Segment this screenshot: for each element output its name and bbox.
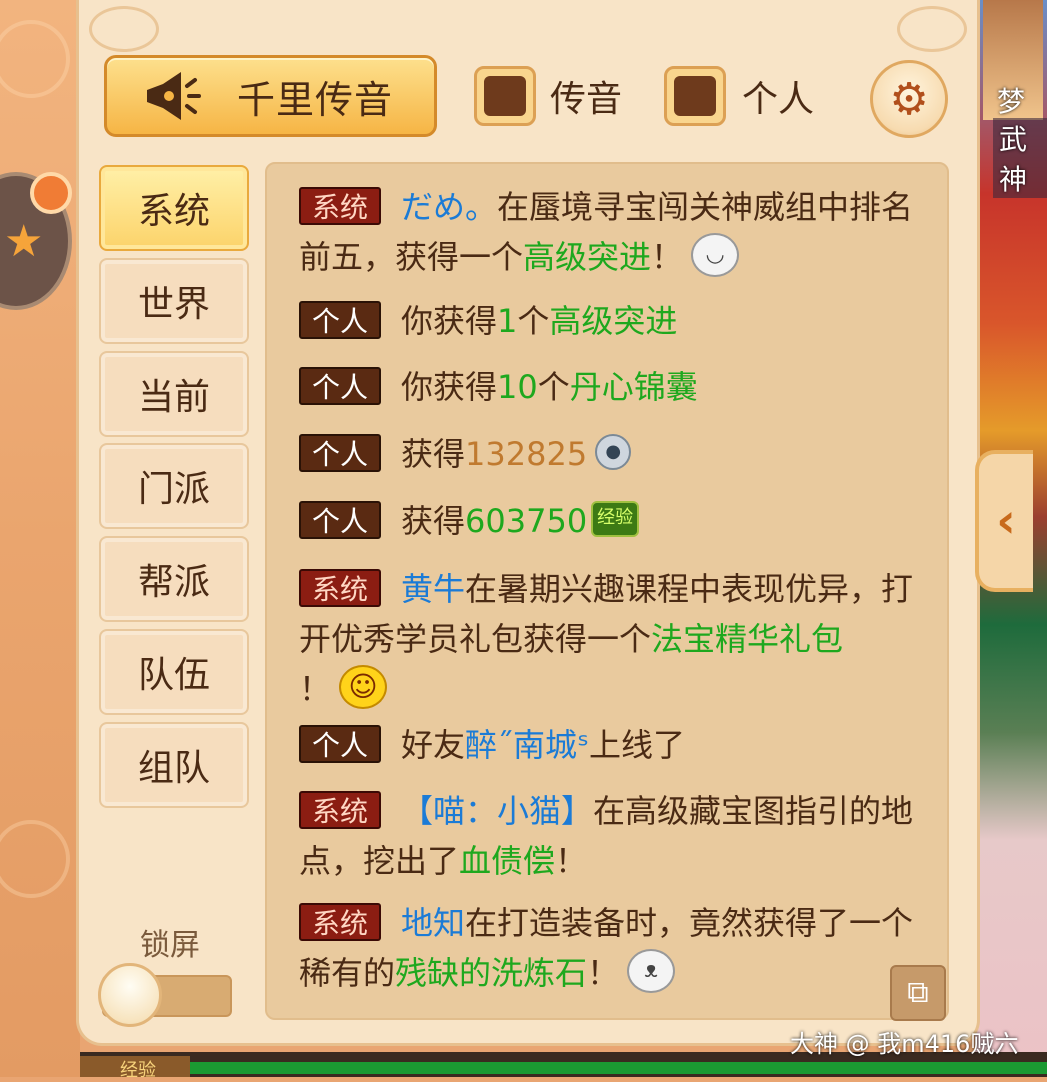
chat-message: 个人 好友醉˝南城ˢ上线了: [299, 720, 919, 770]
message-text: ！: [651, 238, 684, 276]
message-text: 个: [537, 368, 570, 406]
experience-fill: [190, 1062, 1047, 1074]
experience-amount: 603750: [465, 502, 588, 540]
filter-checkbox-personal[interactable]: [664, 66, 726, 126]
filter-label-transmission: 传音: [550, 79, 623, 120]
chat-message: 个人 你获得10个丹心锦囊: [299, 362, 919, 412]
message-text: 你获得: [401, 368, 498, 406]
message-text: 你获得: [401, 302, 498, 340]
checkbox-fill: [674, 76, 716, 116]
chat-message: 个人 获得132825 ●: [299, 429, 919, 479]
checkbox-fill: [484, 76, 526, 116]
toggle-knob[interactable]: [98, 963, 162, 1027]
background-swirl: [0, 20, 70, 98]
personal-tag: 个人: [299, 434, 381, 472]
chat-message: 系统 【喵：小猫】在高级藏宝图指引的地点，挖出了血债偿！: [299, 786, 919, 886]
item-link[interactable]: 高级突进: [549, 302, 677, 340]
item-link[interactable]: 法宝精华礼包: [651, 620, 843, 658]
personal-tag: 个人: [299, 501, 381, 539]
tab-system[interactable]: 系统: [99, 165, 249, 251]
experience-icon: 经验: [591, 501, 640, 537]
collapse-panel-button[interactable]: ‹: [975, 450, 1033, 592]
personal-tag: 个人: [299, 367, 381, 405]
message-text: 个: [517, 302, 550, 340]
lock-screen-toggle[interactable]: [98, 963, 232, 1027]
tab-world[interactable]: 世界: [99, 258, 249, 344]
chat-message: 系统 だめ。在蜃境寻宝闯关神威组中排名前五，获得一个高级突进！ ◡: [299, 182, 919, 282]
decor-corner: [89, 6, 159, 52]
personal-tag: 个人: [299, 725, 381, 763]
chat-message-list[interactable]: 系统 だめ。在蜃境寻宝闯关神威组中排名前五，获得一个高级突进！ ◡ 个人 你获得1个高…: [265, 162, 949, 1020]
lock-screen-label: 锁屏: [140, 928, 200, 963]
chat-message: 系统 黄牛在暑期兴趣课程中表现优异，打开优秀学员礼包获得一个法宝精华礼包！ ☺: [299, 564, 919, 714]
item-link[interactable]: 高级突进: [523, 238, 651, 276]
settings-button[interactable]: ⚙: [870, 60, 948, 138]
system-tag: 系统: [299, 903, 381, 941]
player-name-link[interactable]: 黄牛: [401, 570, 465, 608]
copy-button[interactable]: ⧉: [890, 965, 946, 1021]
item-link[interactable]: 残缺的洗炼石: [395, 954, 587, 992]
broadcast-label: 千里传音: [237, 77, 394, 122]
megaphone-icon: [141, 66, 201, 126]
decor-corner: [897, 6, 967, 52]
background-swirl: [0, 820, 70, 898]
message-text: 获得: [401, 435, 466, 473]
player-name-link[interactable]: 【喵：小猫】: [401, 792, 593, 830]
laughing-emoji-icon: ☺: [339, 665, 388, 709]
quantity-text: 1: [497, 302, 518, 340]
gear-icon: ⚙: [889, 73, 929, 125]
chat-message: 系统 地知在打造装备时，竟然获得了一个稀有的残缺的洗炼石！ ᴥ: [299, 898, 919, 998]
message-text: 在高级藏宝图指引的地点，挖出了: [299, 792, 914, 880]
message-text: 上线了: [588, 726, 685, 764]
filter-checkbox-transmission[interactable]: [474, 66, 536, 126]
message-text: 好友: [401, 726, 466, 764]
silver-coin-icon: ●: [595, 434, 632, 470]
system-tag: 系统: [299, 187, 381, 225]
player-name-link[interactable]: だめ。: [401, 188, 497, 226]
tab-team[interactable]: 队伍: [99, 629, 249, 715]
player-name-label: 梦: [997, 85, 1026, 118]
broadcast-button[interactable]: 千里传音: [104, 55, 437, 137]
copy-icon: ⧉: [907, 975, 929, 1010]
item-link[interactable]: 丹心锦囊: [570, 368, 698, 406]
personal-tag: 个人: [299, 301, 381, 339]
experience-label: 经验: [80, 1056, 190, 1081]
system-tag: 系统: [299, 791, 381, 829]
smiling-cloud-emoji-icon: ◡: [691, 233, 740, 277]
chat-message: 个人 获得603750 经验: [299, 496, 919, 546]
player-name-link[interactable]: 地知: [401, 904, 465, 942]
message-text: ！: [555, 842, 588, 880]
star-icon: ★: [4, 216, 44, 267]
message-text: ！: [587, 954, 620, 992]
player-name-link[interactable]: 醉˝南城ˢ: [465, 726, 589, 764]
chat-message: 个人 你获得1个高级突进: [299, 296, 919, 346]
silver-amount: 132825: [465, 435, 588, 473]
item-link[interactable]: 血债偿: [459, 842, 555, 880]
tab-current[interactable]: 当前: [99, 351, 249, 437]
notification-dot: [30, 172, 72, 214]
message-text: 获得: [401, 502, 466, 540]
cat-emoji-icon: ᴥ: [627, 949, 676, 993]
system-tag: 系统: [299, 569, 381, 607]
watermark: 大神 @ 我m416贼六: [790, 1030, 1019, 1058]
filter-label-personal: 个人: [742, 79, 815, 120]
player-title-label: 武神: [993, 118, 1047, 198]
tab-guild[interactable]: 帮派: [99, 536, 249, 622]
tab-sect[interactable]: 门派: [99, 443, 249, 529]
tab-team-up[interactable]: 组队: [99, 722, 249, 808]
message-text: ！: [299, 670, 332, 708]
quantity-text: 10: [497, 368, 538, 406]
background-left: [0, 0, 80, 1077]
chevron-left-icon: ‹: [996, 493, 1016, 549]
